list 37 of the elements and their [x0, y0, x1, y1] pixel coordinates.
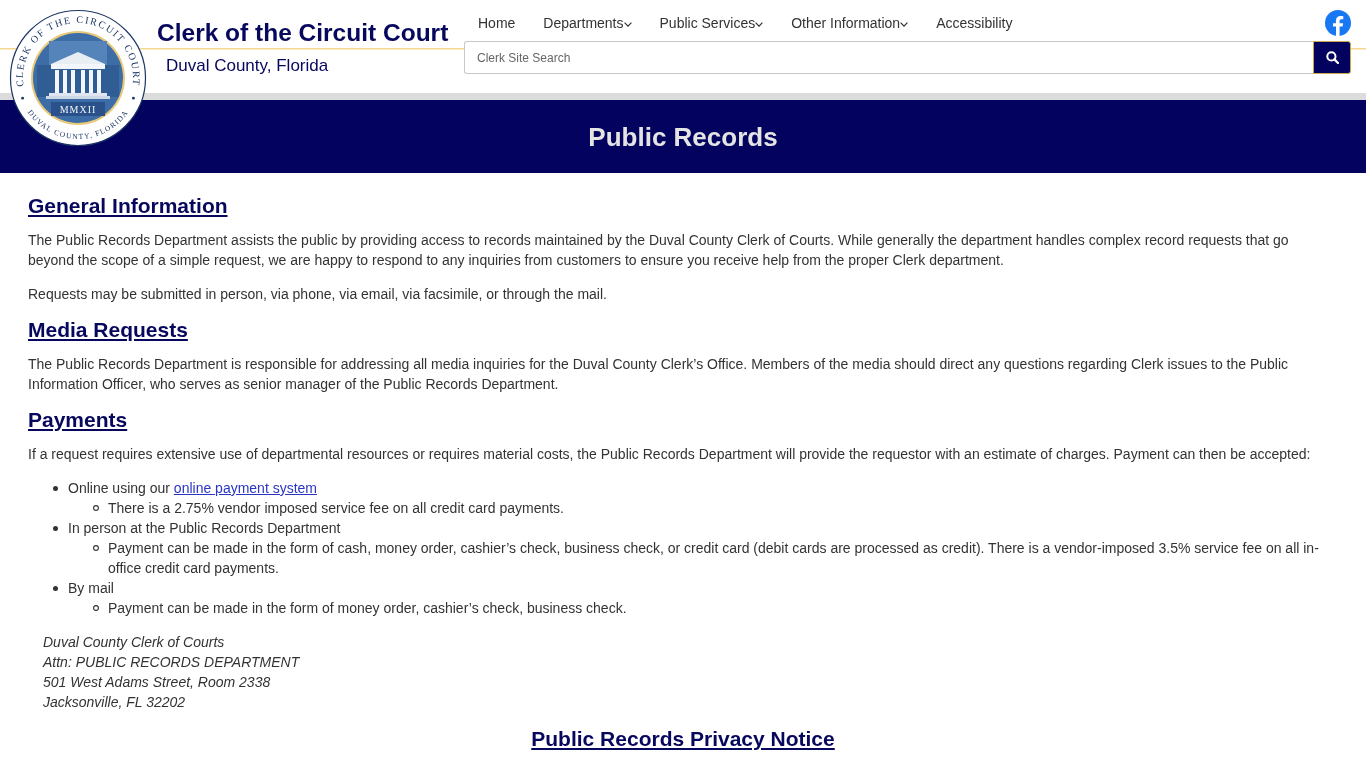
- facebook-icon[interactable]: [1325, 10, 1351, 36]
- nav-link[interactable]: Departments: [529, 13, 646, 33]
- hollow-bullet-icon: [93, 505, 99, 511]
- section-heading: Media Requests: [28, 318, 188, 342]
- list-item-text: In person at the Public Records Department: [68, 519, 341, 538]
- site-title: Clerk of the Circuit Court: [157, 18, 449, 48]
- paragraph: The Public Records Department assists the public by providing access to records maintained by the Duval County Clerk of Courts. While generally the department handles complex record requests that go beyond the scope of a simple request, we are happy to respond to any inquiries from customers to ensure you receive help from the proper Clerk department.: [28, 231, 1290, 270]
- list-item-text: Online using our online payment system: [68, 479, 318, 498]
- nav-link[interactable]: Accessibility: [922, 13, 1027, 33]
- bullet-icon: [53, 585, 58, 591]
- search-button[interactable]: [1313, 41, 1351, 74]
- hollow-bullet-icon: [93, 545, 99, 551]
- nav-link[interactable]: Public Services: [645, 13, 778, 33]
- address-line: Duval County Clerk of Courts: [43, 633, 225, 652]
- site-subtitle: Duval County, Florida: [166, 55, 329, 77]
- paragraph: Requests may be submitted in person, via phone, via email, via facsimile, or through the mail.: [28, 285, 608, 304]
- address-line: Attn: PUBLIC RECORDS DEPARTMENT: [43, 653, 300, 672]
- privacy-notice-link[interactable]: Public Records Privacy Notice: [531, 727, 835, 750]
- list-item-text: Payment can be made in the form of money order, cashier’s check, business check.: [108, 599, 627, 618]
- payment-system-link[interactable]: online payment system: [173, 480, 318, 496]
- nav-link[interactable]: Other Information: [777, 13, 923, 33]
- hollow-bullet-icon: [93, 605, 99, 611]
- paragraph: If a request requires extensive use of departmental resources or requires material costs, the Public Records Department will provide the requestor with an estimate of charges. Payment can then be accepted:: [28, 445, 1312, 464]
- bullet-icon: [53, 485, 58, 491]
- list-item-text: There is a 2.75% vendor imposed service fee on all credit card payments.: [108, 499, 564, 518]
- section-heading: General Information: [28, 194, 228, 218]
- list-item-text: Payment can be made in the form of cash, money order, cashier’s check, business check, or credit card (debit cards are processed as credit). There is a vendor-imposed 3.5% service fee on all in-office credit card payments.: [108, 539, 1320, 578]
- search-field[interactable]: Clerk Site Search: [464, 41, 1313, 74]
- search-icon: [1325, 51, 1339, 64]
- paragraph: The Public Records Department is responsible for addressing all media inquiries for the Duval County Clerk’s Office. Members of the media should direct any questions regarding Clerk issues to the Public Information Officer, who serves as senior manager of the Public Records Department.: [28, 355, 1290, 394]
- address-line: 501 West Adams Street, Room 2338: [43, 673, 271, 692]
- page-title: Public Records: [588, 120, 778, 153]
- section-heading: Payments: [28, 408, 128, 432]
- bullet-icon: [53, 525, 58, 531]
- nav-link[interactable]: Home: [464, 13, 530, 33]
- list-item-text: By mail: [68, 579, 114, 598]
- address-line: Jacksonville, FL 32202: [43, 693, 186, 712]
